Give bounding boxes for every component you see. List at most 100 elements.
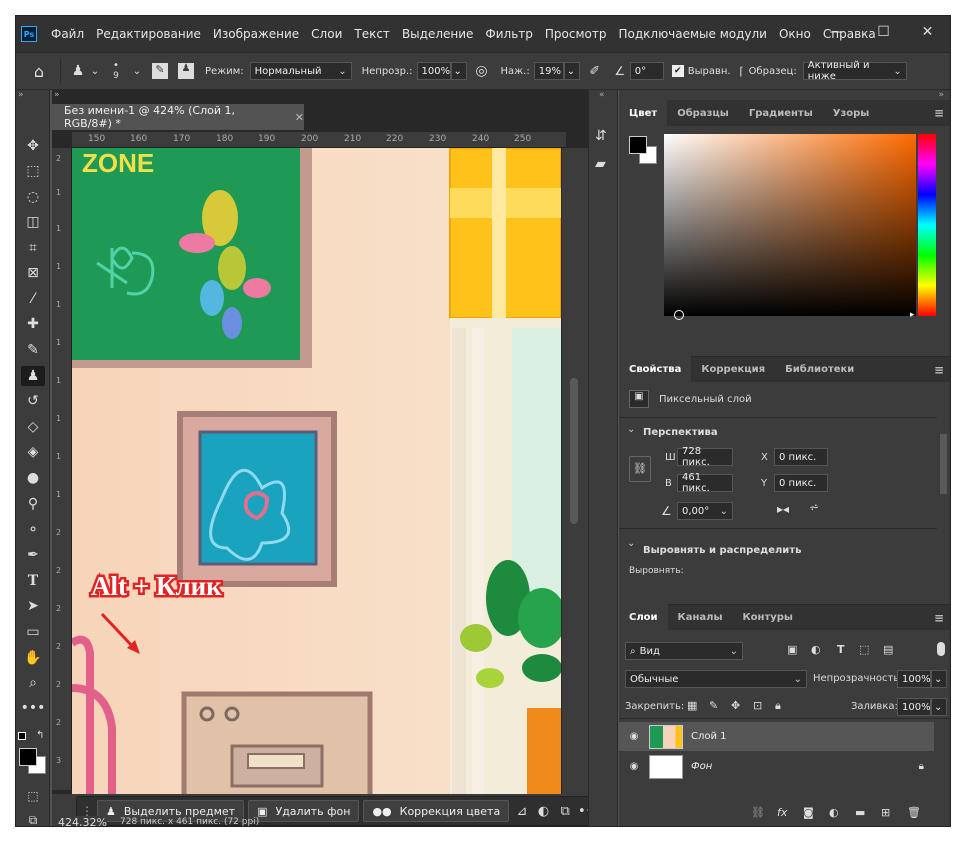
burn-tool-icon[interactable]: ⚬ — [21, 520, 45, 540]
chevron-down-icon[interactable]: ⌄ — [627, 424, 635, 435]
remove-background-button[interactable]: ▣ Удалить фон — [248, 800, 360, 822]
scroll-thumb[interactable] — [570, 378, 578, 524]
comments-panel-icon[interactable]: ▰ — [595, 156, 606, 172]
properties-scrollbar[interactable] — [939, 420, 948, 570]
pressure-dropdown[interactable]: ⌄ — [563, 62, 580, 80]
canvas[interactable]: ZONE Alt + Клик — [72, 148, 561, 794]
pen-tool-icon[interactable]: ✒ — [21, 545, 45, 565]
path-selection-tool-icon[interactable]: ➤ — [21, 596, 45, 616]
filter-pixel-icon[interactable]: ▣ — [787, 643, 797, 656]
eye-icon[interactable]: ◉ — [619, 761, 649, 772]
layer-opacity-input[interactable]: 100% — [897, 670, 931, 688]
lock-artboard-icon[interactable]: ⊡ — [753, 699, 762, 712]
dodge-tool-icon[interactable]: ⚲ — [21, 494, 45, 514]
filter-type-icon[interactable]: T — [837, 643, 845, 656]
layer-filter-select[interactable]: ⌕ Вид — [625, 642, 743, 660]
lock-image-icon[interactable]: ✎ — [709, 699, 718, 712]
angle-select[interactable]: 0,00° — [677, 502, 733, 520]
add-mask-icon[interactable]: ◙ — [803, 806, 814, 819]
eyedropper-tool-icon[interactable]: ⁄ — [21, 289, 45, 309]
lock-all-icon[interactable]: 🔒︎ — [775, 699, 781, 713]
menu-file[interactable]: Файл — [45, 27, 90, 41]
lasso-tool-icon[interactable]: ◌ — [21, 187, 45, 207]
tab-patterns[interactable]: Узоры — [823, 100, 880, 126]
tab-gradients[interactable]: Градиенты — [739, 100, 823, 126]
object-selection-tool-icon[interactable]: ◫ — [21, 212, 45, 232]
layer-row[interactable]: ◉ Слой 1 — [619, 722, 934, 751]
angle-input[interactable]: 0° — [629, 62, 664, 80]
tab-color[interactable]: Цвет — [619, 100, 668, 126]
menu-view[interactable]: Просмотр — [539, 27, 613, 41]
blur-tool-icon[interactable]: ● — [21, 468, 45, 488]
layer-opacity-dropdown[interactable]: ⌄ — [931, 670, 947, 688]
new-group-icon[interactable]: ▬ — [855, 806, 865, 819]
tab-properties[interactable]: Свойства — [619, 356, 692, 382]
pressure-opacity-icon[interactable]: ◎ — [467, 63, 497, 79]
paint-bucket-tool-icon[interactable]: ◈ — [21, 442, 45, 462]
brush-preset-picker[interactable]: • 9 — [101, 61, 131, 82]
tab-paths[interactable]: Контуры — [733, 604, 803, 630]
width-input[interactable]: 728 пикс. — [677, 446, 733, 468]
collapse-icon[interactable]: » — [938, 90, 944, 100]
frame-tool-icon[interactable]: ⊠ — [21, 263, 45, 283]
default-colors-icon[interactable] — [18, 732, 26, 740]
chevron-down-icon[interactable]: ⌄ — [627, 538, 635, 549]
height-input[interactable]: 461 пикс. — [677, 472, 733, 494]
lock-transparent-icon[interactable]: ▦ — [687, 699, 697, 712]
rectangle-tool-icon[interactable]: ▭ — [21, 622, 45, 642]
home-icon[interactable]: ⌂ — [24, 62, 54, 81]
chevron-down-icon[interactable]: ⌄ — [131, 66, 143, 77]
menu-window[interactable]: Окно — [773, 27, 817, 41]
menu-filter[interactable]: Фильтр — [479, 27, 538, 41]
menu-type[interactable]: Текст — [348, 27, 396, 41]
lock-position-icon[interactable]: ✥ — [731, 699, 740, 712]
filter-smart-object-icon[interactable]: ▤ — [883, 643, 893, 656]
hand-tool-icon[interactable]: ✋ — [21, 648, 45, 668]
color-correction-button[interactable]: ●● Коррекция цвета — [363, 800, 510, 822]
brush-tool-icon[interactable]: ✎ — [21, 340, 45, 360]
blend-mode-select[interactable]: Обычные — [625, 670, 807, 688]
layer-name[interactable]: Фон — [691, 761, 712, 772]
sample-select[interactable]: Активный и ниже — [802, 60, 907, 82]
new-adjustment-layer-icon[interactable]: ◐ — [829, 806, 839, 819]
mode-select[interactable]: Нормальный — [249, 62, 352, 80]
fg-color-swatch[interactable] — [629, 136, 647, 154]
delete-layer-icon[interactable]: 🗑︎ — [907, 806, 921, 819]
airbrush-icon[interactable]: ✐ — [580, 64, 610, 79]
history-brush-tool-icon[interactable]: ↺ — [21, 391, 45, 411]
filter-toggle[interactable] — [937, 642, 945, 656]
panel-menu-icon[interactable]: ≡ — [934, 106, 944, 120]
clone-source-icon[interactable]: ♟ — [173, 63, 199, 79]
screen-mode-icon[interactable]: ⧉ — [21, 810, 45, 827]
chevron-down-icon[interactable]: ⌄ — [89, 66, 101, 77]
menu-plugins[interactable]: Подключаемые модули — [612, 27, 773, 41]
quick-mask-icon[interactable]: ⬚ — [21, 786, 45, 806]
menu-layers[interactable]: Слои — [305, 27, 348, 41]
close-icon[interactable]: ✕ — [905, 16, 950, 48]
hue-slider[interactable] — [918, 134, 936, 316]
perspective-section-title[interactable]: Перспектива — [643, 427, 718, 438]
aligned-checkbox[interactable]: ✔ — [671, 65, 684, 77]
filter-shape-icon[interactable]: ⬚ — [859, 643, 869, 656]
more-tools-icon[interactable]: ••• — [21, 698, 46, 718]
collapse-icon[interactable]: » — [54, 90, 60, 100]
link-layers-icon[interactable]: ⛓ — [751, 806, 765, 819]
menu-image[interactable]: Изображение — [207, 27, 305, 41]
maximize-icon[interactable]: ☐ — [861, 16, 906, 48]
zoom-tool-icon[interactable]: ⌕ — [21, 673, 45, 693]
new-layer-icon[interactable]: ⊞ — [881, 806, 890, 819]
history-panel-icon[interactable]: ⇵ — [595, 128, 607, 144]
menu-edit[interactable]: Редактирование — [90, 27, 207, 41]
collapse-icon[interactable]: » — [18, 90, 24, 100]
color-field[interactable] — [664, 134, 916, 320]
color-picker-cursor[interactable] — [674, 310, 684, 320]
fill-input[interactable]: 100% — [897, 698, 931, 716]
tab-swatches[interactable]: Образцы — [667, 100, 739, 126]
fill-dropdown[interactable]: ⌄ — [931, 698, 947, 716]
foreground-color-swatch[interactable] — [19, 748, 37, 766]
align-section-title[interactable]: Выровнять и распределить — [643, 545, 801, 556]
collapse-icon[interactable]: « — [599, 90, 605, 100]
flip-vertical-icon[interactable]: ⩫ — [809, 500, 819, 514]
layer-name[interactable]: Слой 1 — [691, 731, 727, 742]
clone-stamp-tool-icon[interactable]: ♟ — [21, 366, 45, 386]
